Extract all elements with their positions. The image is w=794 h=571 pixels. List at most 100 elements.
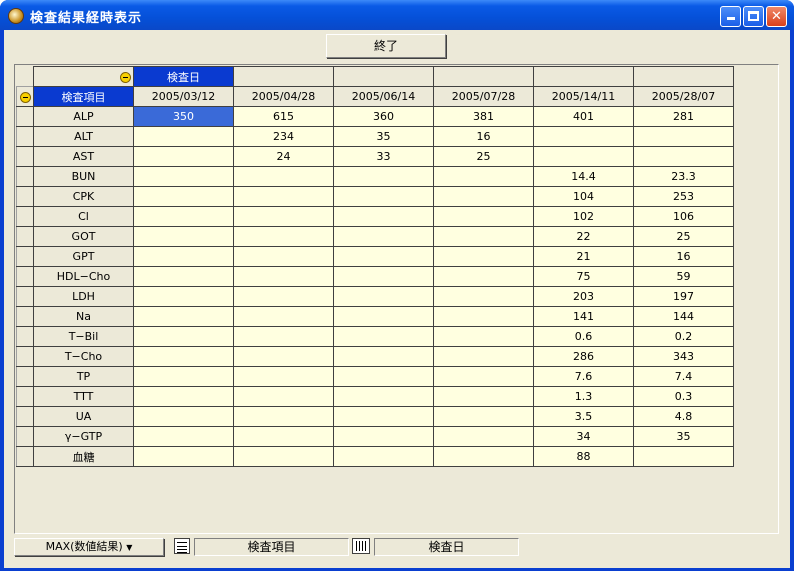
maximize-button[interactable] — [743, 6, 764, 27]
table-row[interactable]: GOT 22 25 — [16, 226, 734, 247]
table-cell[interactable]: 104 — [533, 186, 634, 207]
table-cell[interactable] — [133, 166, 234, 187]
row-selector[interactable] — [16, 386, 34, 407]
table-cell[interactable] — [333, 246, 434, 267]
table-cell[interactable] — [433, 406, 534, 427]
table-cell[interactable] — [333, 166, 434, 187]
row-selector[interactable] — [16, 446, 34, 467]
table-cell[interactable]: 88 — [533, 446, 634, 467]
table-cell[interactable]: 7.6 — [533, 366, 634, 387]
date-column-header[interactable]: 2005/07/28 — [433, 86, 534, 107]
table-cell[interactable] — [133, 306, 234, 327]
close-button[interactable]: ✕ — [766, 6, 787, 27]
table-cell[interactable] — [633, 446, 734, 467]
table-cell[interactable] — [333, 326, 434, 347]
table-cell[interactable] — [133, 186, 234, 207]
table-cell[interactable] — [133, 406, 234, 427]
collapse-item-icon[interactable] — [19, 91, 31, 103]
table-cell[interactable] — [233, 306, 334, 327]
table-cell[interactable] — [133, 446, 234, 467]
pivot-grid[interactable]: 検査日 検査項目 2005/03/12 2005/04/28 2005/06/14 200… — [14, 64, 779, 534]
row-selector[interactable] — [16, 226, 34, 247]
item-field-header[interactable]: 検査項目 — [33, 86, 134, 107]
table-cell[interactable] — [133, 206, 234, 227]
table-cell[interactable] — [433, 446, 534, 467]
table-cell[interactable] — [233, 366, 334, 387]
table-cell[interactable]: 144 — [633, 306, 734, 327]
table-cell[interactable]: 7.4 — [633, 366, 734, 387]
table-cell[interactable] — [233, 246, 334, 267]
row-selector[interactable] — [16, 426, 34, 447]
table-row[interactable]: HDL−Cho 75 59 — [16, 266, 734, 287]
table-cell[interactable] — [233, 386, 334, 407]
minimize-button[interactable] — [720, 6, 741, 27]
table-cell[interactable]: 1.3 — [533, 386, 634, 407]
table-cell[interactable]: 14.4 — [533, 166, 634, 187]
date-column-header[interactable]: 2005/28/07 — [633, 86, 734, 107]
table-cell[interactable] — [433, 346, 534, 367]
table-row[interactable]: 血糖 88 — [16, 446, 734, 467]
column-list-icon[interactable] — [352, 538, 370, 554]
table-cell[interactable] — [433, 186, 534, 207]
row-selector[interactable] — [16, 266, 34, 287]
table-cell[interactable]: 23.3 — [633, 166, 734, 187]
table-cell[interactable]: 35 — [633, 426, 734, 447]
table-cell[interactable] — [233, 406, 334, 427]
table-cell[interactable] — [433, 386, 534, 407]
table-cell[interactable] — [333, 206, 434, 227]
app-icon[interactable] — [8, 8, 24, 24]
table-cell[interactable] — [133, 266, 234, 287]
table-cell[interactable] — [333, 366, 434, 387]
table-cell[interactable] — [433, 246, 534, 267]
table-cell[interactable]: 234 — [233, 126, 334, 147]
row-selector[interactable] — [16, 286, 34, 307]
table-cell[interactable]: 21 — [533, 246, 634, 267]
table-cell[interactable]: 381 — [433, 106, 534, 127]
table-cell[interactable] — [433, 366, 534, 387]
table-row[interactable]: T−Bil 0.6 0.2 — [16, 326, 734, 347]
table-cell[interactable]: 25 — [633, 226, 734, 247]
table-cell[interactable]: 34 — [533, 426, 634, 447]
collapse-date-icon[interactable] — [120, 71, 131, 83]
row-field-box[interactable]: 検査項目 — [194, 538, 349, 556]
table-row[interactable]: T−Cho 286 343 — [16, 346, 734, 367]
row-selector[interactable] — [16, 106, 34, 127]
table-cell[interactable]: 0.3 — [633, 386, 734, 407]
table-cell[interactable] — [133, 326, 234, 347]
table-cell[interactable]: 75 — [533, 266, 634, 287]
table-cell[interactable] — [433, 326, 534, 347]
table-cell[interactable] — [533, 126, 634, 147]
table-cell[interactable] — [333, 426, 434, 447]
table-cell[interactable]: 3.5 — [533, 406, 634, 427]
date-column-header[interactable]: 2005/04/28 — [233, 86, 334, 107]
table-cell[interactable]: 25 — [433, 146, 534, 167]
close-dialog-button[interactable]: 終了 — [326, 34, 446, 58]
table-cell[interactable] — [233, 166, 334, 187]
table-row[interactable]: TTT 1.3 0.3 — [16, 386, 734, 407]
table-cell[interactable]: 141 — [533, 306, 634, 327]
row-selector[interactable] — [16, 406, 34, 427]
row-selector[interactable] — [16, 346, 34, 367]
table-cell[interactable] — [133, 146, 234, 167]
table-row[interactable]: LDH 203 197 — [16, 286, 734, 307]
table-cell[interactable] — [133, 246, 234, 267]
table-cell[interactable]: 0.6 — [533, 326, 634, 347]
table-cell[interactable] — [233, 326, 334, 347]
table-cell[interactable] — [333, 266, 434, 287]
aggregate-dropdown[interactable]: MAX(数値結果) ▼ — [14, 538, 164, 556]
table-cell[interactable] — [133, 386, 234, 407]
row-selector[interactable] — [16, 126, 34, 147]
table-cell[interactable]: 24 — [233, 146, 334, 167]
table-row[interactable]: ALT 234 35 16 — [16, 126, 734, 147]
table-cell[interactable]: 343 — [633, 346, 734, 367]
row-selector[interactable] — [16, 166, 34, 187]
row-list-icon[interactable] — [174, 538, 190, 554]
table-cell[interactable] — [133, 286, 234, 307]
table-cell[interactable]: 35 — [333, 126, 434, 147]
table-cell[interactable] — [333, 186, 434, 207]
table-cell[interactable] — [433, 206, 534, 227]
table-cell[interactable] — [333, 226, 434, 247]
table-cell[interactable] — [133, 346, 234, 367]
table-cell[interactable]: 22 — [533, 226, 634, 247]
table-cell[interactable] — [433, 286, 534, 307]
